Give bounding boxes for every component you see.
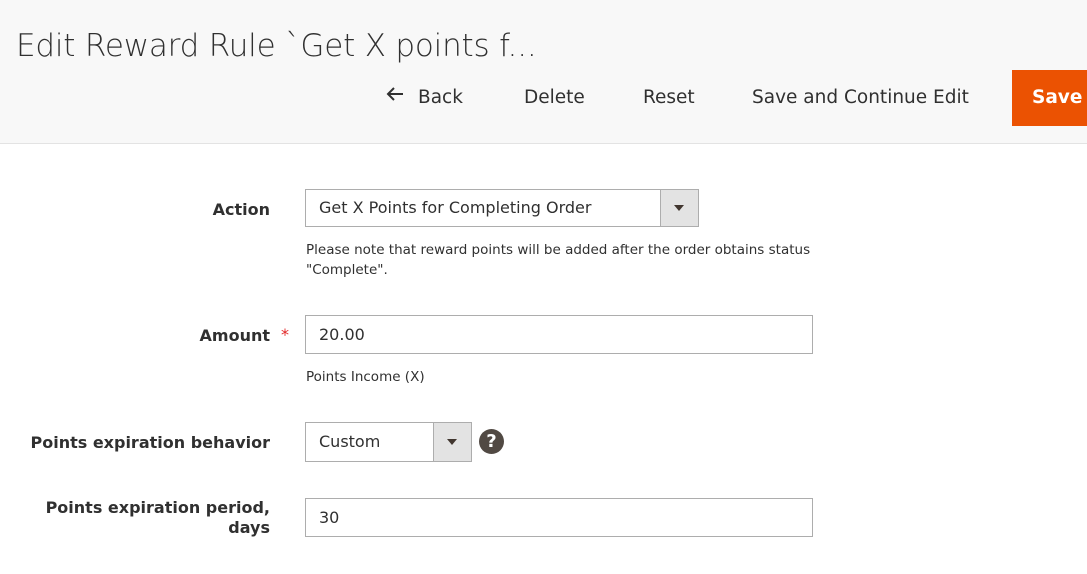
action-note: Please note that reward points will be a… — [306, 240, 810, 280]
page-actions: Back Delete Reset Save and Continue Edit… — [0, 70, 1087, 126]
action-note-line1: Please note that reward points will be a… — [306, 242, 811, 258]
action-select-value: Get X Points for Completing Order — [319, 198, 592, 217]
chevron-down-icon — [674, 205, 684, 211]
expiration-behavior-value: Custom — [319, 432, 381, 451]
back-button-label: Back — [418, 87, 463, 108]
expiration-period-label-line2: days — [228, 518, 270, 537]
help-circle-icon[interactable]: ? — [479, 429, 504, 454]
amount-input[interactable] — [305, 315, 813, 354]
save-and-continue-button[interactable]: Save and Continue Edit — [752, 70, 969, 126]
amount-note: Points Income (X) — [306, 369, 425, 385]
expiration-behavior-toggle[interactable] — [433, 423, 471, 461]
action-select-toggle[interactable] — [660, 190, 698, 226]
reset-button[interactable]: Reset — [643, 70, 695, 126]
expiration-period-input[interactable] — [305, 498, 813, 537]
back-button[interactable]: Back — [386, 70, 463, 126]
delete-button[interactable]: Delete — [524, 70, 585, 126]
page-title: Edit Reward Rule `Get X points f... — [16, 28, 537, 64]
chevron-down-icon — [447, 439, 457, 445]
expiration-period-label: Points expiration period, days — [46, 498, 270, 538]
page-header: Edit Reward Rule `Get X points f... Back… — [0, 0, 1087, 144]
arrow-left-icon — [386, 69, 404, 125]
save-button[interactable]: Save — [1012, 70, 1087, 126]
action-label: Action — [212, 200, 270, 219]
required-marker: * — [281, 325, 289, 344]
action-note-line2: "Complete". — [306, 262, 388, 278]
action-select[interactable]: Get X Points for Completing Order — [305, 189, 699, 227]
expiration-behavior-select[interactable]: Custom — [305, 422, 472, 462]
expiration-behavior-label: Points expiration behavior — [30, 433, 270, 452]
amount-label: Amount — [199, 326, 270, 345]
expiration-period-label-line1: Points expiration period, — [45, 498, 270, 517]
